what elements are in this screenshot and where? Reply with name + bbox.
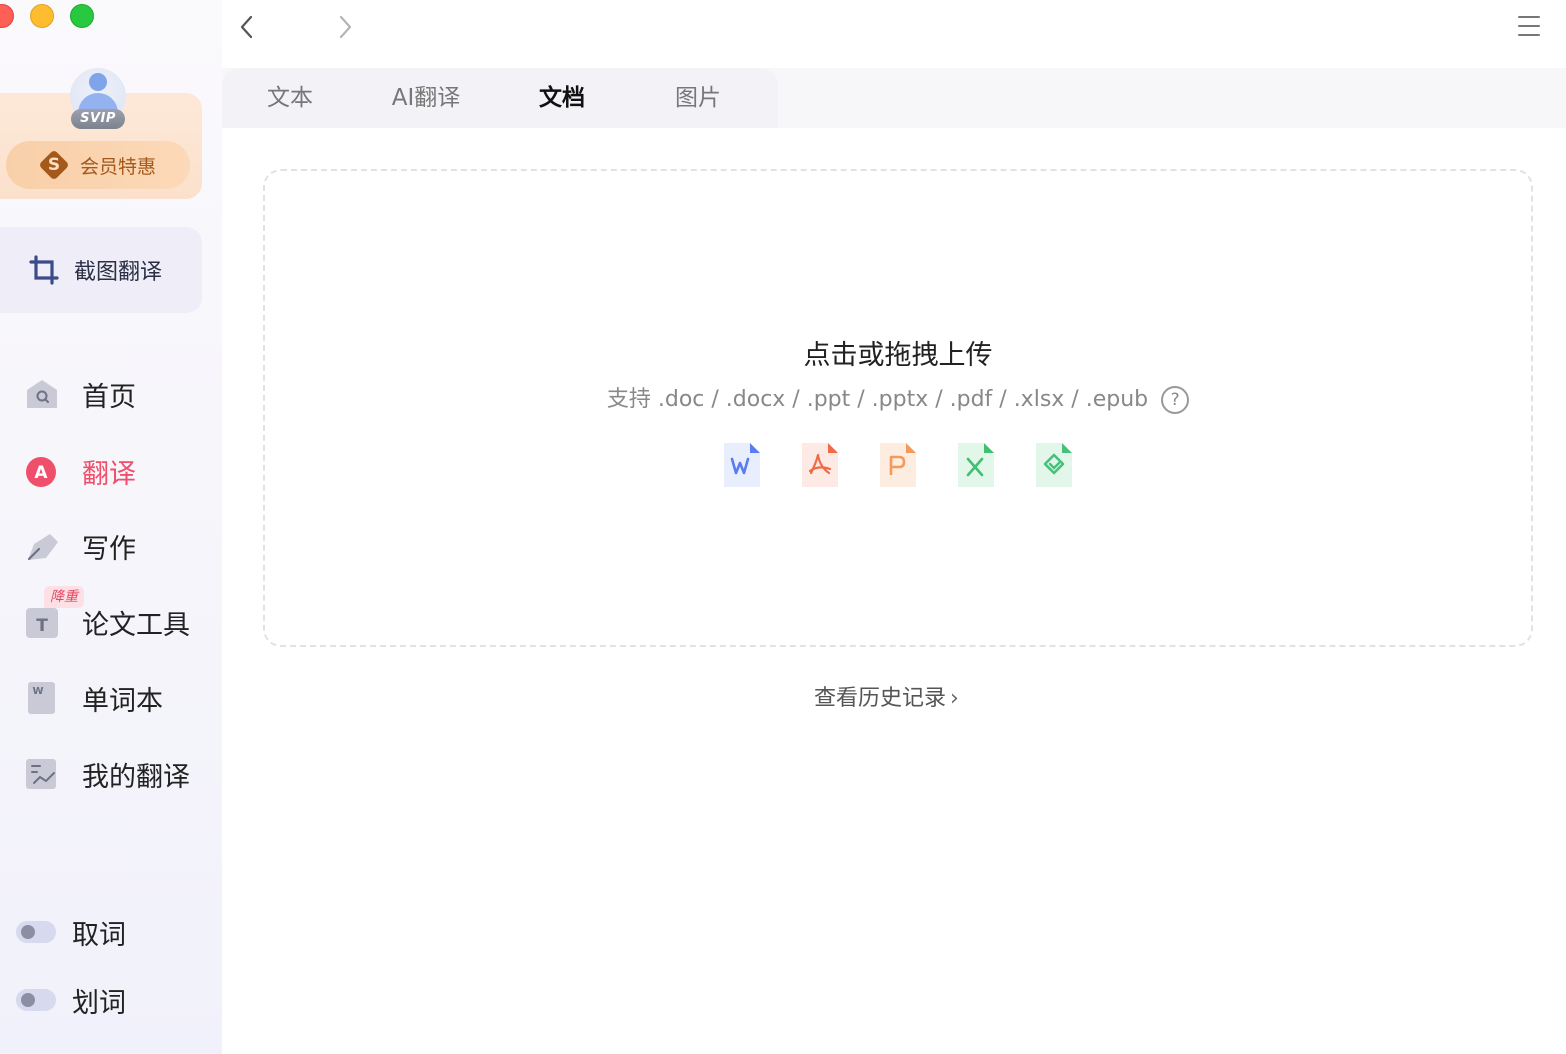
vip-offer-label: 会员特惠 xyxy=(80,155,157,178)
pdf-file-icon xyxy=(802,443,838,487)
epub-file-icon xyxy=(1036,443,1072,487)
tab-image[interactable]: 图片 xyxy=(630,68,766,128)
forward-button[interactable] xyxy=(330,12,360,42)
minimize-window-button[interactable] xyxy=(30,4,54,28)
vip-offer-button[interactable]: S 会员特惠 xyxy=(6,141,190,189)
my-translation-icon xyxy=(26,759,56,789)
svip-badge: SVIP xyxy=(71,109,125,129)
supported-formats-text: 支持 .doc / .docx / .ppt / .pptx / .pdf / … xyxy=(606,387,1149,412)
upload-dropzone[interactable]: 点击或拖拽上传 支持 .doc / .docx / .ppt / .pptx /… xyxy=(263,169,1533,647)
sidebar-item-label: 翻译 xyxy=(82,458,136,490)
ppt-file-icon xyxy=(880,443,916,487)
close-window-button[interactable] xyxy=(0,4,14,28)
sidebar-item-label: 写作 xyxy=(82,533,136,565)
sidebar-item-my-translations[interactable]: 我的翻译 xyxy=(24,754,190,794)
excel-file-icon xyxy=(958,443,994,487)
sidebar-item-label: 论文工具 xyxy=(82,609,190,641)
tab-text[interactable]: 文本 xyxy=(222,68,358,128)
sidebar-item-home[interactable]: 首页 xyxy=(24,374,136,414)
wordbook-icon: W xyxy=(28,682,55,714)
upload-title: 点击或拖拽上传 xyxy=(803,340,993,371)
sidebar-item-translate[interactable]: A 翻译 xyxy=(24,451,136,491)
select-translate-toggle-row: 划词 xyxy=(16,980,126,1020)
file-type-icons xyxy=(265,441,1531,489)
sidebar-item-writing[interactable]: 写作 xyxy=(24,526,136,566)
sidebar: SVIP S 会员特惠 截图翻译 首页 A 翻译 写作 降重 T 论文工具 W … xyxy=(0,0,222,1054)
maximize-window-button[interactable] xyxy=(70,4,94,28)
select-translate-label: 划词 xyxy=(72,987,126,1019)
svg-text:T: T xyxy=(36,616,48,636)
sidebar-item-label: 我的翻译 xyxy=(82,761,190,793)
screenshot-translate-label: 截图翻译 xyxy=(74,260,163,285)
sidebar-item-wordbook[interactable]: W 单词本 xyxy=(24,678,163,718)
home-icon xyxy=(27,380,57,408)
svg-text:W: W xyxy=(32,686,43,697)
view-history-link[interactable]: 查看历史记录 › xyxy=(814,680,959,712)
word-pick-label: 取词 xyxy=(72,919,126,951)
sidebar-item-label: 首页 xyxy=(82,381,136,413)
help-icon[interactable]: ? xyxy=(1161,386,1190,414)
chevron-right-icon xyxy=(339,15,352,39)
chevron-right-icon: › xyxy=(950,686,959,711)
word-pick-toggle[interactable] xyxy=(16,921,56,943)
pen-icon xyxy=(27,534,58,561)
supported-formats: 支持 .doc / .docx / .ppt / .pptx / .pdf / … xyxy=(265,381,1531,414)
coin-icon: S xyxy=(38,149,70,181)
select-translate-toggle[interactable] xyxy=(16,989,56,1011)
crop-icon xyxy=(29,255,59,285)
chevron-left-icon xyxy=(240,15,253,39)
word-file-icon xyxy=(724,443,760,487)
screenshot-translate-button[interactable]: 截图翻译 xyxy=(0,227,202,313)
tab-ai-translate[interactable]: AI翻译 xyxy=(358,68,494,128)
menu-icon[interactable] xyxy=(1518,16,1540,38)
translate-icon: A xyxy=(26,457,56,487)
paper-tool-icon: T xyxy=(26,608,58,638)
back-button[interactable] xyxy=(232,12,262,42)
view-history-label: 查看历史记录 xyxy=(814,686,947,711)
sidebar-item-paper-tools[interactable]: T 论文工具 xyxy=(24,602,190,642)
app-window: SVIP S 会员特惠 截图翻译 首页 A 翻译 写作 降重 T 论文工具 W … xyxy=(0,0,1566,1054)
word-pick-toggle-row: 取词 xyxy=(16,912,126,952)
sidebar-item-label: 单词本 xyxy=(82,685,163,717)
tab-document[interactable]: 文档 xyxy=(494,68,630,128)
svg-text:A: A xyxy=(34,463,48,483)
tab-bar: 文本 AI翻译 文档 图片 xyxy=(222,68,778,128)
